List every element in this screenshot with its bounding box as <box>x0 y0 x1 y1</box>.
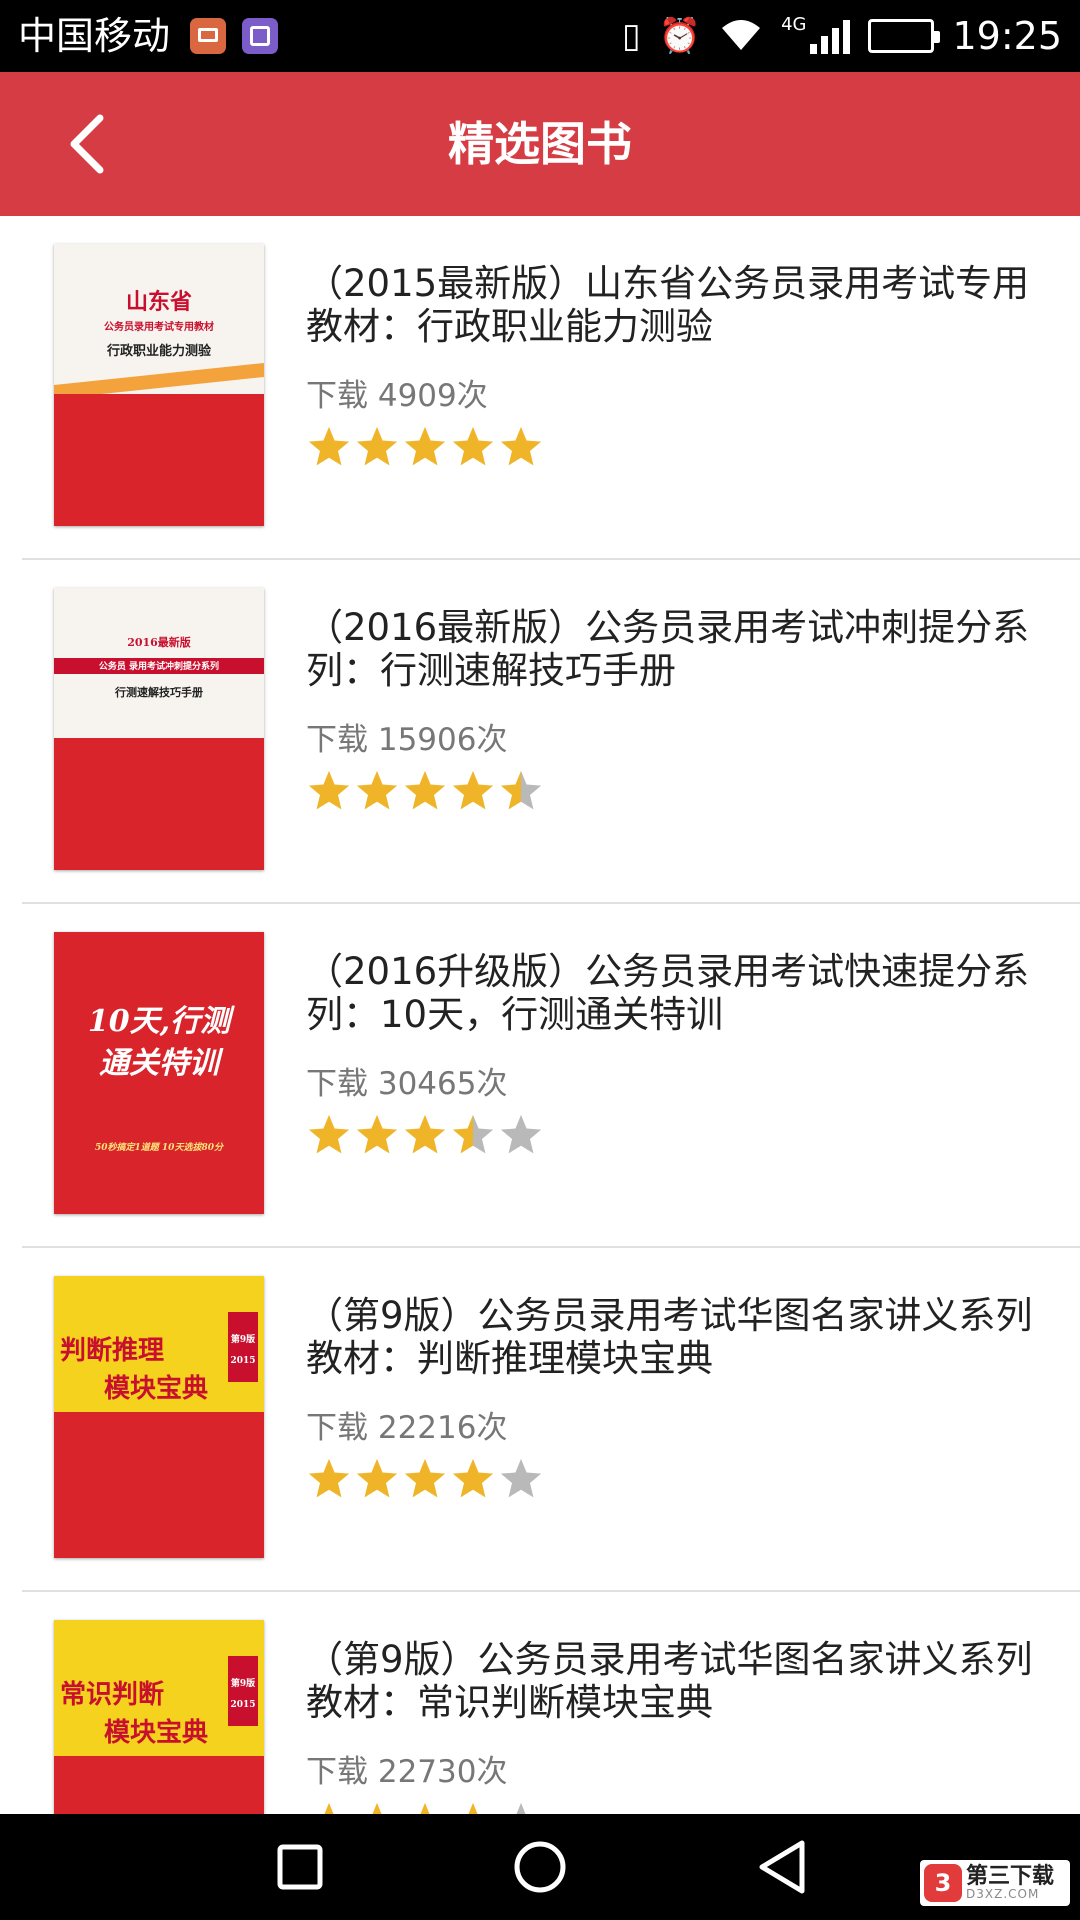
download-count: 下载 22730次 <box>306 1754 508 1790</box>
book-title: （第9版）公务员录用考试华图名家讲义系列教材：常识判断模块宝典 <box>306 1638 1033 1724</box>
rating-stars <box>306 1800 544 1814</box>
star-filled-icon <box>356 770 398 810</box>
home-button[interactable] <box>505 1832 575 1902</box>
star-filled-icon <box>308 1458 350 1498</box>
book-title: （第9版）公务员录用考试华图名家讲义系列教材：判断推理模块宝典 <box>306 1294 1033 1380</box>
star-filled-icon <box>404 1458 446 1498</box>
rating-stars <box>306 1456 544 1502</box>
book-item[interactable]: 2016最新版 公务员 录用考试冲刺提分系列 行测速解技巧手册 （2016最新版… <box>0 560 1080 904</box>
watermark-logo-icon: 3 <box>924 1864 962 1902</box>
download-count: 下载 30465次 <box>306 1066 508 1102</box>
book-cover: 常识判断 模块宝典 第9版 2015 <box>54 1620 264 1814</box>
star-filled-icon <box>404 770 446 810</box>
signal-icon <box>810 18 851 54</box>
network-type: 4G <box>781 13 807 35</box>
star-filled-icon <box>372 1802 382 1814</box>
book-item[interactable]: 判断推理 模块宝典 第9版 2015 （第9版）公务员录用考试华图名家讲义系列教… <box>0 1248 1080 1592</box>
book-list[interactable]: 山东省 公务员录用考试专用教材 行政职业能力测验 （2015最新版）山东省公务员… <box>0 216 1080 1814</box>
status-bar: 中国移动 ▯ ⏰ 4G 19:25 <box>0 0 1080 72</box>
book-item[interactable]: 山东省 公务员录用考试专用教材 行政职业能力测验 （2015最新版）山东省公务员… <box>0 216 1080 560</box>
book-item[interactable]: 10天,行测 通关特训 50秒搞定1道题 10天选拔80分 （2016升级版）公… <box>0 904 1080 1248</box>
rating-stars <box>306 768 544 814</box>
star-empty-icon <box>516 1802 526 1814</box>
download-count: 下载 22216次 <box>306 1410 508 1446</box>
star-filled-icon <box>404 1114 446 1154</box>
back-triangle-icon <box>759 1840 805 1894</box>
star-filled-icon <box>308 1114 350 1154</box>
download-count: 下载 15906次 <box>306 722 508 758</box>
star-half-icon <box>452 1114 494 1154</box>
book-cover: 10天,行测 通关特训 50秒搞定1道题 10天选拔80分 <box>54 932 264 1214</box>
book-title: （2016最新版）公务员录用考试冲刺提分系列：行测速解技巧手册 <box>306 606 1030 692</box>
book-title: （2015最新版）山东省公务员录用考试专用教材：行政职业能力测验 <box>306 262 1030 348</box>
star-half-icon <box>500 770 542 810</box>
star-filled-icon <box>324 1802 334 1814</box>
watermark-text: 第三下载 <box>966 1864 1055 1889</box>
star-filled-icon <box>356 426 398 466</box>
system-back-button[interactable] <box>747 1832 817 1902</box>
watermark: 3 第三下载 D3XZ.COM <box>920 1860 1070 1906</box>
star-empty-icon <box>500 1114 542 1154</box>
star-filled-icon <box>308 426 350 466</box>
recent-apps-button[interactable] <box>265 1832 335 1902</box>
rating-stars <box>306 424 544 470</box>
page-title: 精选图书 <box>448 117 632 171</box>
gallery-notification-icon <box>242 18 278 54</box>
app-bar: 精选图书 <box>0 72 1080 216</box>
book-cover: 2016最新版 公务员 录用考试冲刺提分系列 行测速解技巧手册 <box>54 588 264 870</box>
star-filled-icon <box>404 426 446 466</box>
star-filled-icon <box>452 770 494 810</box>
clock: 19:25 <box>952 14 1062 58</box>
book-cover: 山东省 公务员录用考试专用教材 行政职业能力测验 <box>54 244 264 526</box>
star-filled-icon <box>420 1802 430 1814</box>
star-filled-icon <box>356 1114 398 1154</box>
download-count: 下载 4909次 <box>306 378 488 414</box>
recent-apps-icon <box>277 1844 323 1890</box>
star-filled-icon <box>500 426 542 466</box>
battery-icon <box>868 19 941 53</box>
mail-notification-icon <box>190 18 226 54</box>
star-filled-icon <box>452 426 494 466</box>
star-empty-icon <box>500 1458 542 1498</box>
book-cover: 判断推理 模块宝典 第9版 2015 <box>54 1276 264 1558</box>
star-filled-icon <box>468 1802 478 1814</box>
vibrate-icon: ▯ <box>622 16 641 56</box>
rating-stars <box>306 1112 544 1158</box>
navigation-bar <box>0 1814 1080 1920</box>
book-item[interactable]: 常识判断 模块宝典 第9版 2015 （第9版）公务员录用考试华图名家讲义系列教… <box>0 1592 1080 1814</box>
wifi-icon <box>719 16 763 56</box>
book-title: （2016升级版）公务员录用考试快速提分系列：10天，行测通关特训 <box>306 950 1030 1036</box>
alarm-icon: ⏰ <box>658 16 702 56</box>
home-icon <box>514 1841 566 1893</box>
star-filled-icon <box>356 1458 398 1498</box>
star-filled-icon <box>452 1458 494 1498</box>
carrier-name: 中国移动 <box>18 14 171 58</box>
star-filled-icon <box>308 770 350 810</box>
watermark-subtext: D3XZ.COM <box>966 1887 1040 1901</box>
